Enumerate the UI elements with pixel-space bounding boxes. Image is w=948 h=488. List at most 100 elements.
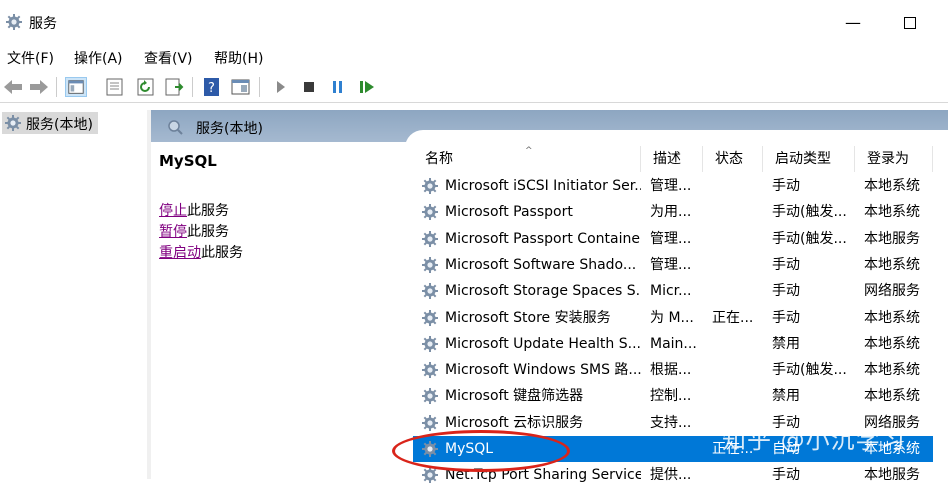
cell-status bbox=[712, 383, 768, 409]
export-list-icon[interactable] bbox=[164, 77, 186, 97]
cell-status bbox=[712, 357, 768, 383]
cell-status bbox=[712, 278, 768, 304]
forward-arrow-icon[interactable] bbox=[28, 77, 50, 97]
cell-name: Microsoft Passport Container bbox=[445, 230, 641, 247]
menu-file[interactable]: 文件(F) bbox=[7, 48, 54, 68]
tree-item-services-local[interactable]: 服务(本地) bbox=[2, 112, 98, 134]
tree-item-label: 服务(本地) bbox=[26, 117, 93, 133]
cell-desc: 管理... bbox=[650, 256, 692, 273]
menu-action[interactable]: 操作(A) bbox=[74, 48, 123, 68]
cell-logon: 本地系统 bbox=[864, 256, 920, 273]
stop-service-link[interactable]: 停止 bbox=[159, 203, 187, 219]
pause-service-link[interactable]: 暂停 bbox=[159, 224, 187, 240]
table-row[interactable]: Microsoft Windows SMS 路... 根据... 手动(触发... 本… bbox=[413, 357, 933, 383]
cell-startup: 手动(触发... bbox=[772, 230, 847, 247]
service-gear-icon bbox=[421, 203, 439, 221]
cell-name: MySQL bbox=[445, 441, 494, 457]
console-tree: 服务(本地) bbox=[0, 110, 148, 479]
cell-desc bbox=[650, 436, 708, 462]
menu-view[interactable]: 查看(V) bbox=[144, 48, 193, 68]
cell-logon: 网络服务 bbox=[864, 283, 920, 300]
table-row[interactable]: Microsoft Update Health S... Main... 禁用 本地系… bbox=[413, 331, 933, 357]
minimize-button[interactable]: — bbox=[840, 10, 866, 36]
properties-sheet-icon[interactable] bbox=[104, 77, 126, 97]
table-row[interactable]: Microsoft 键盘筛选器 控制... 禁用 本地系统 bbox=[413, 383, 933, 409]
table-row[interactable]: Microsoft Passport 为用... 手动(触发... 本地系统 bbox=[413, 199, 933, 225]
description-pane: MySQL 停止此服务 暂停此服务 重启动此服务 bbox=[151, 142, 413, 479]
service-gear-icon bbox=[421, 414, 439, 432]
cell-name: Microsoft Update Health S... bbox=[445, 335, 641, 352]
cell-status bbox=[712, 462, 768, 488]
cell-logon: 本地系统 bbox=[864, 309, 920, 326]
cell-desc: 控制... bbox=[650, 388, 692, 405]
cell-name: Microsoft iSCSI Initiator Ser... bbox=[445, 178, 641, 194]
cell-desc: 为用... bbox=[650, 204, 692, 221]
pause-service-icon[interactable] bbox=[327, 77, 349, 97]
table-row[interactable]: Microsoft Software Shado... 管理... 手动 本地系统 bbox=[413, 252, 933, 278]
restart-service-link[interactable]: 重启动 bbox=[159, 245, 201, 261]
cell-logon: 本地系统 bbox=[864, 388, 920, 405]
column-header-name[interactable]: 名称 ^ bbox=[413, 146, 641, 172]
cell-desc: 提供... bbox=[650, 467, 692, 484]
view-icon[interactable] bbox=[230, 77, 252, 97]
service-gear-icon bbox=[421, 387, 439, 405]
column-header-description[interactable]: 描述 bbox=[641, 146, 703, 172]
cell-startup: 手动 bbox=[772, 414, 800, 431]
table-row[interactable]: Microsoft Storage Spaces S... Micr... 手动 网络… bbox=[413, 278, 933, 304]
cell-name: Microsoft Passport bbox=[445, 204, 573, 221]
cell-startup: 手动 bbox=[772, 178, 800, 194]
sort-ascending-icon: ^ bbox=[525, 146, 533, 156]
service-gear-icon bbox=[421, 309, 439, 327]
services-magnifier-icon bbox=[168, 120, 183, 135]
cell-startup: 手动 bbox=[772, 256, 800, 273]
service-gear-icon bbox=[421, 282, 439, 300]
selected-service-name: MySQL bbox=[159, 152, 217, 170]
cell-name: Microsoft Storage Spaces S... bbox=[445, 283, 641, 300]
column-header-log-on-as[interactable]: 登录为 bbox=[855, 146, 933, 172]
cell-logon: 本地系统 bbox=[864, 441, 920, 457]
cell-desc: 为 M... bbox=[650, 309, 694, 326]
stop-service-icon[interactable] bbox=[298, 77, 320, 97]
cell-startup: 手动 bbox=[772, 467, 800, 484]
toolbar-separator bbox=[56, 77, 57, 97]
cell-status bbox=[712, 173, 768, 199]
cell-name: Microsoft Windows SMS 路... bbox=[445, 362, 641, 379]
toolbar-separator bbox=[259, 77, 260, 97]
table-row[interactable]: Microsoft Passport Container 管理... 手动(触发..… bbox=[413, 226, 933, 252]
table-row[interactable]: Net.Tcp Port Sharing Service 提供... 手动 本地服务 bbox=[413, 462, 933, 488]
pause-service-action: 暂停此服务 bbox=[159, 221, 229, 241]
cell-status: 正在... bbox=[712, 309, 754, 326]
column-header-status[interactable]: 状态 bbox=[703, 146, 763, 172]
cell-startup: 手动 bbox=[772, 283, 800, 300]
action-suffix: 此服务 bbox=[201, 245, 243, 261]
back-arrow-icon[interactable] bbox=[2, 77, 24, 97]
cell-startup: 手动(触发... bbox=[772, 204, 847, 221]
cell-logon: 本地系统 bbox=[864, 335, 920, 352]
table-row[interactable]: Microsoft Store 安装服务 为 M... 正在... 手动 本地系统 bbox=[413, 305, 933, 331]
table-row[interactable]: MySQL 正在... 自动 本地系统 bbox=[413, 436, 933, 462]
cell-name: Microsoft 键盘筛选器 bbox=[445, 388, 584, 405]
help-icon[interactable]: ? bbox=[201, 77, 223, 97]
refresh-icon[interactable] bbox=[135, 77, 157, 97]
services-list: 名称 ^ 描述 状态 启动类型 登录为 Microsoft iSCSI Initi… bbox=[413, 146, 948, 484]
start-service-icon[interactable] bbox=[270, 77, 292, 97]
services-header-title: 服务(本地) bbox=[196, 121, 263, 137]
cell-startup: 禁用 bbox=[772, 388, 800, 405]
console-tree-icon[interactable] bbox=[65, 77, 87, 97]
resume-service-icon[interactable] bbox=[356, 77, 378, 97]
menu-help[interactable]: 帮助(H) bbox=[214, 48, 263, 68]
cell-status bbox=[712, 331, 768, 357]
cell-status bbox=[712, 410, 768, 436]
cell-status: 正在... bbox=[712, 441, 754, 457]
service-gear-icon bbox=[421, 440, 439, 458]
column-header-startup-type[interactable]: 启动类型 bbox=[763, 146, 855, 172]
table-row[interactable]: Microsoft 云标识服务 支持... 手动 网络服务 bbox=[413, 410, 933, 436]
cell-desc: Micr... bbox=[650, 283, 692, 300]
maximize-button[interactable] bbox=[897, 10, 923, 36]
service-gear-icon bbox=[421, 335, 439, 353]
table-row[interactable]: Microsoft iSCSI Initiator Ser... 管理... 手动 本… bbox=[413, 173, 933, 199]
toolbar-separator bbox=[192, 77, 193, 97]
service-gear-icon bbox=[421, 177, 439, 195]
cell-desc: 管理... bbox=[650, 230, 692, 247]
cell-desc: 根据... bbox=[650, 362, 692, 379]
